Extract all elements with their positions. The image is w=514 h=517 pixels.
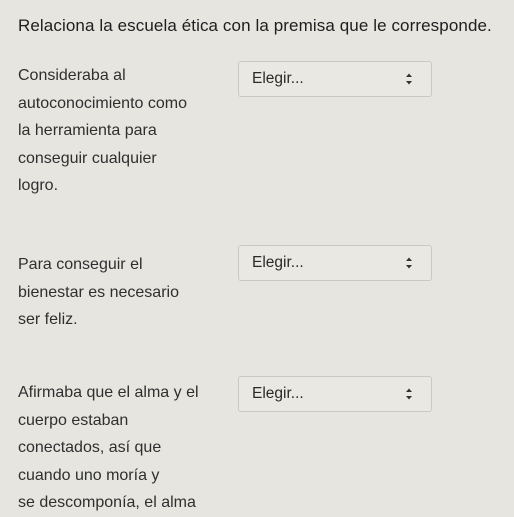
premise-1-line: la herramienta para [18, 122, 157, 139]
school-select-1[interactable]: Elegir... [238, 61, 432, 97]
premise-3-line: se descomponía, el alma [18, 494, 196, 511]
premise-3-line: cuando uno moría y [18, 466, 160, 484]
premise-1-line: conseguir cualquier [18, 149, 157, 167]
premise-3-line: conectados, así que [18, 439, 162, 456]
premise-2: Para conseguir el bienestar es necesario… [18, 251, 228, 334]
school-select-2-value: Elegir... [252, 254, 304, 271]
premise-1-line: autoconocimiento como [18, 94, 187, 112]
up-down-chevron-icon [405, 256, 413, 270]
premise-3-line: cuerpo estaban [18, 411, 129, 429]
premise-1-line: logro. [18, 177, 59, 194]
premise-2-line: ser feliz. [18, 311, 78, 328]
school-select-2[interactable]: Elegir... [238, 245, 432, 281]
question-title: Relaciona la escuela ética con la premis… [18, 16, 492, 35]
premise-3-line: Afirmaba que el alma y el [18, 384, 199, 401]
up-down-chevron-icon [405, 387, 413, 401]
school-select-3[interactable]: Elegir... [238, 376, 432, 412]
premise-2-line: Para conseguir el [18, 256, 143, 273]
premise-1-line: Consideraba al [18, 67, 126, 84]
premise-2-line: bienestar es necesario [18, 283, 179, 301]
premise-3: Afirmaba que el alma y el cuerpo estaban… [18, 379, 228, 517]
premise-1: Consideraba al autoconocimiento como la … [18, 62, 228, 200]
school-select-1-value: Elegir... [252, 70, 304, 87]
up-down-chevron-icon [405, 72, 413, 86]
school-select-3-value: Elegir... [252, 385, 304, 402]
